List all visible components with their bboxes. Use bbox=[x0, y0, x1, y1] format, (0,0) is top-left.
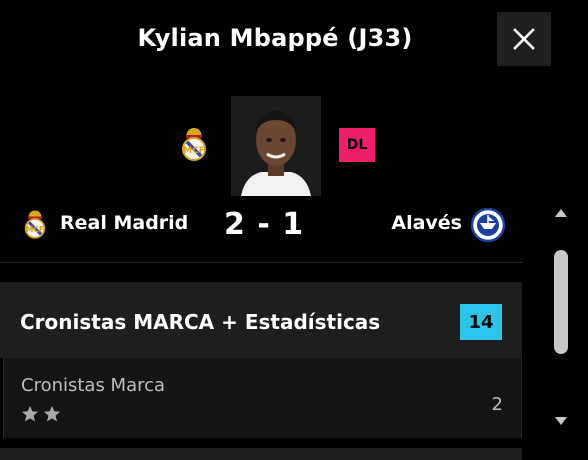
rating-source-label: Cronistas Marca bbox=[21, 375, 166, 396]
real-madrid-crest-icon: MCF bbox=[182, 128, 206, 161]
scroll-up-button[interactable] bbox=[552, 204, 570, 222]
scroll-thumb[interactable] bbox=[554, 250, 568, 354]
rating-value: 2 bbox=[491, 394, 503, 415]
scroll-down-button[interactable] bbox=[552, 412, 570, 430]
match-score: 2 - 1 bbox=[224, 207, 305, 242]
alaves-crest-icon bbox=[470, 207, 506, 243]
svg-text:MCF: MCF bbox=[183, 146, 205, 156]
scroll-down-icon bbox=[555, 417, 567, 425]
close-button[interactable] bbox=[497, 12, 551, 66]
section-title: Cronistas MARCA + Estadísticas bbox=[20, 310, 381, 334]
scrollbar[interactable] bbox=[552, 200, 570, 440]
close-icon bbox=[513, 28, 535, 50]
home-team-name[interactable]: Real Madrid bbox=[60, 212, 188, 234]
away-team-name[interactable]: Alavés bbox=[391, 212, 462, 234]
total-score-badge: 14 bbox=[460, 304, 502, 340]
player-photo bbox=[231, 96, 321, 196]
star-icon bbox=[21, 405, 39, 422]
match-row: MCF Real Madrid 2 - 1 Alavés bbox=[0, 196, 522, 263]
page-title: Kylian Mbappé (J33) bbox=[137, 24, 413, 52]
rating-stars bbox=[21, 405, 61, 423]
rating-row-cronistas: Cronistas Marca 2 bbox=[3, 358, 522, 438]
home-team-crest-icon: MCF bbox=[24, 210, 46, 239]
svg-text:MCF: MCF bbox=[26, 225, 44, 234]
ratings-section-header[interactable]: Cronistas MARCA + Estadísticas 14 bbox=[0, 282, 522, 358]
scroll-up-icon bbox=[555, 209, 567, 217]
star-icon bbox=[43, 405, 61, 422]
position-badge: DL bbox=[339, 128, 375, 162]
player-detail-panel: Kylian Mbappé (J33) MCF DL MCF Real Madr… bbox=[0, 0, 588, 460]
next-section-header bbox=[0, 448, 522, 460]
